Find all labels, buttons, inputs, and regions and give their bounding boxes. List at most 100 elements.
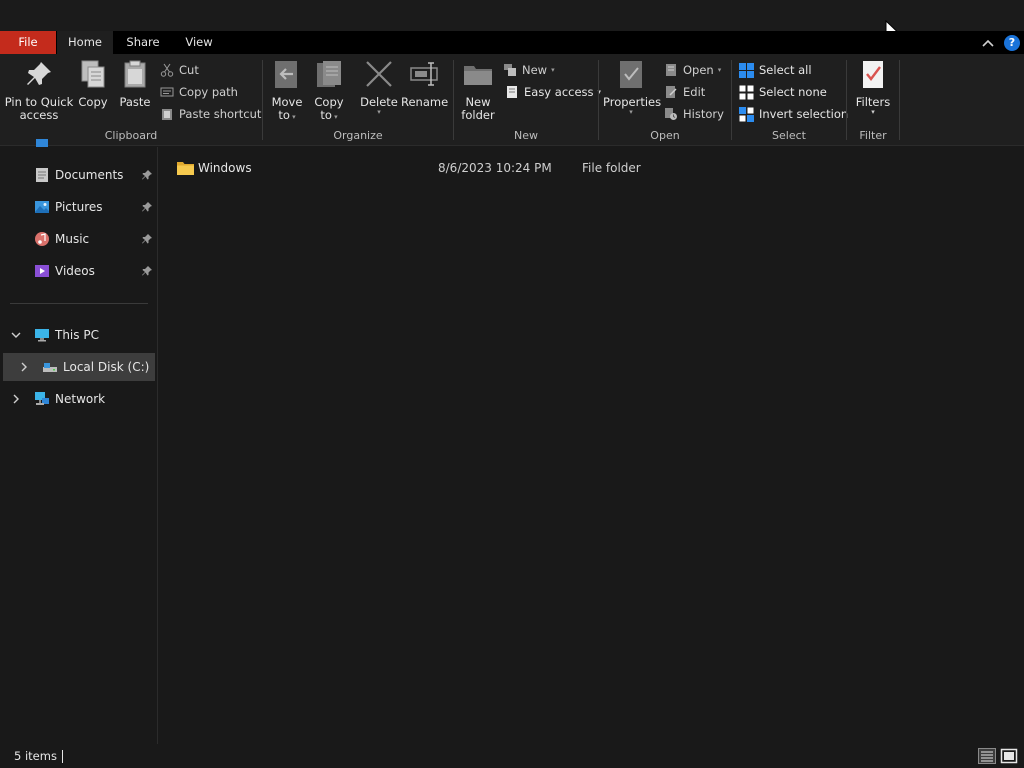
network-icon [35, 392, 49, 405]
new-item-button[interactable]: New ▾ [503, 60, 555, 80]
history-icon [665, 108, 677, 120]
status-separator [62, 750, 63, 763]
new-item-icon [504, 64, 516, 76]
pin-icon [27, 62, 51, 85]
copy-to-line2: to [320, 108, 332, 122]
open-group-label: Open [650, 129, 680, 142]
videos-icon [35, 265, 49, 277]
copy-path-label: Copy path [179, 85, 238, 99]
organize-group-label: Organize [333, 129, 383, 142]
nav-item-label: Videos [55, 264, 95, 278]
folder-icon [177, 162, 194, 175]
pin-label-line2: access [19, 108, 59, 122]
paste-shortcut-label: Paste shortcut [179, 107, 262, 121]
move-to-button[interactable]: Move to ▾ [269, 58, 305, 124]
pin-to-quick-access-button[interactable]: Pin to Quick access [4, 58, 74, 122]
clipboard-group: Pin to Quick access Copy Paste Cut Copy … [0, 54, 262, 146]
nav-item-label: Pictures [55, 200, 103, 214]
help-button[interactable]: ? [1004, 34, 1020, 51]
edit-button[interactable]: Edit [664, 82, 705, 102]
nav-item-this-pc[interactable]: This PC [0, 321, 158, 349]
filter-group-label: Filter [859, 129, 887, 142]
new-folder-button[interactable]: New folder [458, 58, 498, 122]
file-row-windows[interactable]: Windows 8/6/2023 10:24 PM File folder [175, 159, 1015, 179]
nav-item-music[interactable]: Music [0, 225, 158, 253]
copy-to-button[interactable]: Copy to ▾ [311, 58, 347, 124]
filters-label: Filters [855, 95, 891, 109]
open-label: Open [683, 63, 714, 77]
move-to-line1: Move [271, 95, 303, 109]
tab-home[interactable]: Home [57, 31, 113, 54]
title-bar [0, 0, 1024, 40]
select-all-icon [739, 62, 754, 78]
select-group-label: Select [772, 129, 806, 142]
rename-button[interactable]: Rename [401, 58, 448, 109]
easy-access-button[interactable]: Easy access ▾ [505, 82, 601, 102]
delete-label: Delete [360, 95, 398, 109]
tab-view[interactable]: View [176, 31, 222, 54]
collapse-ribbon-button[interactable] [980, 35, 996, 51]
filters-button[interactable]: Filters ▾ [851, 58, 895, 116]
paste-button[interactable]: Paste [117, 58, 153, 109]
large-icons-view-icon[interactable] [1000, 748, 1018, 764]
organize-group: Move to ▾ Copy to ▾ Delete ▾ Rename Orga… [263, 54, 453, 146]
chevron-up-icon [982, 39, 994, 47]
file-type: File folder [582, 161, 641, 175]
paste-label: Paste [119, 95, 151, 109]
ribbon-tabs: File Home Share View ? [0, 31, 1024, 54]
chevron-right-icon[interactable] [19, 362, 29, 372]
nav-item-documents[interactable]: Documents [0, 161, 158, 189]
edit-icon [666, 86, 677, 98]
nav-separator [10, 303, 148, 304]
delete-button[interactable]: Delete ▾ [359, 58, 399, 116]
nav-item-pictures[interactable]: Pictures [0, 193, 158, 221]
properties-button[interactable]: Properties ▾ [603, 58, 661, 116]
music-icon [35, 232, 49, 246]
navigation-pane[interactable]: Documents Pictures Music Videos This PC … [0, 139, 158, 744]
copy-button[interactable]: Copy [76, 58, 110, 109]
chevron-right-icon[interactable] [11, 394, 21, 404]
copy-path-button[interactable]: Copy path [160, 82, 238, 102]
file-list[interactable]: Windows 8/6/2023 10:24 PM File folder [159, 147, 1024, 744]
easy-access-label: Easy access [524, 85, 594, 99]
cut-button[interactable]: Cut [160, 60, 199, 80]
nav-item-network[interactable]: Network [0, 385, 158, 413]
file-name: Windows [198, 161, 252, 175]
pin-icon[interactable] [141, 265, 153, 277]
tab-file[interactable]: File [0, 31, 56, 54]
select-none-button[interactable]: Select none [739, 82, 827, 102]
history-button[interactable]: History [664, 104, 724, 124]
details-view-icon[interactable] [978, 748, 996, 764]
scissors-icon [160, 63, 174, 77]
downloads-icon [34, 139, 50, 149]
pin-icon[interactable] [141, 169, 153, 181]
move-to-line2: to [278, 108, 290, 122]
new-item-label: New [522, 63, 548, 77]
open-icon [666, 64, 676, 76]
paste-shortcut-icon [162, 109, 172, 120]
nav-item-videos[interactable]: Videos [0, 257, 158, 285]
pictures-icon [35, 201, 49, 213]
select-none-icon [739, 85, 754, 99]
paste-icon [124, 60, 146, 88]
pin-icon[interactable] [141, 201, 153, 213]
ribbon: Pin to Quick access Copy Paste Cut Copy … [0, 54, 1024, 146]
history-label: History [683, 107, 724, 121]
select-all-button[interactable]: Select all [739, 60, 812, 80]
paste-shortcut-button[interactable]: Paste shortcut [160, 104, 261, 124]
pin-icon[interactable] [141, 233, 153, 245]
pin-label-line1: Pin to Quick [4, 95, 74, 109]
documents-icon [36, 168, 48, 182]
tab-share[interactable]: Share [118, 31, 168, 54]
invert-selection-button[interactable]: Invert selection [739, 104, 848, 124]
select-none-label: Select none [759, 85, 827, 99]
nav-item-label: Documents [55, 168, 124, 182]
invert-selection-label: Invert selection [759, 107, 849, 121]
new-folder-line1: New [465, 95, 491, 109]
select-group: Select all Select none Invert selection … [732, 54, 848, 146]
chevron-down-icon[interactable] [11, 330, 21, 340]
new-group-label: New [514, 129, 538, 142]
open-button[interactable]: Open ▾ [664, 60, 721, 80]
nav-item-local-disk[interactable]: Local Disk (C:) [3, 353, 155, 381]
select-all-label: Select all [759, 63, 812, 77]
